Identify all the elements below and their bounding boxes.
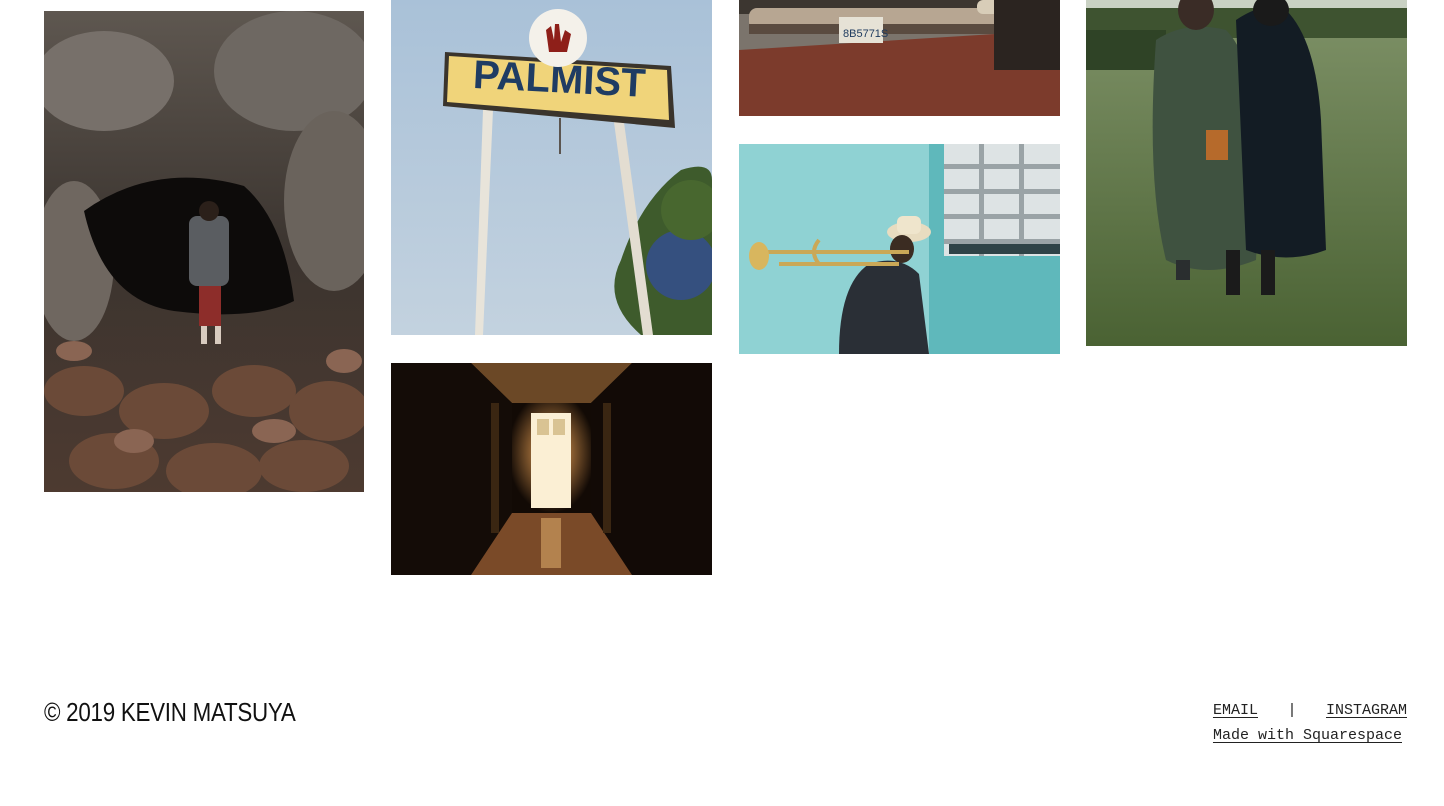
footer-copyright: © 2019 KEVIN MATSUYA <box>44 697 296 727</box>
gallery-photo-trombone[interactable] <box>739 144 1060 354</box>
email-link[interactable]: EMAIL <box>1213 702 1258 719</box>
footer-separator: | <box>1287 701 1297 719</box>
trombone-image <box>739 144 1060 354</box>
squarespace-link[interactable]: Made with Squarespace <box>1213 727 1402 744</box>
footer-credit-row: Made with Squarespace <box>1213 727 1407 747</box>
gallery-photo-cave[interactable] <box>44 11 364 492</box>
footer-links-row: EMAIL | INSTAGRAM <box>1213 700 1407 720</box>
cave-image <box>44 11 364 492</box>
gallery-photo-truck[interactable]: 8B5771S <box>739 0 1060 116</box>
footer-links: EMAIL | INSTAGRAM Made with Squarespace <box>1213 700 1407 747</box>
hallway-image <box>391 363 712 575</box>
truck-image: 8B5771S <box>739 0 1060 116</box>
palmist-image: PALMIST <box>391 0 712 335</box>
truck-plate-text: 8B5771S <box>843 28 888 40</box>
gallery-photo-palmist[interactable]: PALMIST <box>391 0 712 335</box>
gallery-photo-women[interactable] <box>1086 0 1407 346</box>
women-image <box>1086 0 1407 346</box>
instagram-link[interactable]: INSTAGRAM <box>1326 702 1407 719</box>
gallery-photo-hallway[interactable] <box>391 363 712 575</box>
